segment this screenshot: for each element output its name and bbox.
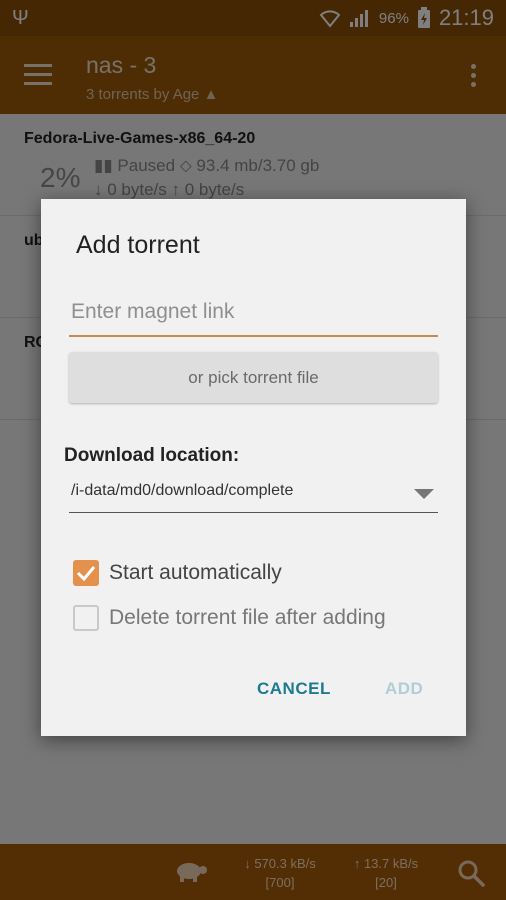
dropdown-arrow-icon — [414, 489, 434, 499]
download-location-value: /i-data/md0/download/complete — [71, 482, 294, 499]
download-location-select[interactable]: /i-data/md0/download/complete — [69, 475, 438, 513]
download-location-label: Download location: — [64, 445, 240, 466]
start-automatically-checkbox[interactable]: Start automatically — [73, 558, 282, 588]
cancel-button[interactable]: CANCEL — [257, 679, 331, 699]
pick-torrent-file-button[interactable]: or pick torrent file — [69, 352, 438, 403]
dialog-title: Add torrent — [76, 231, 200, 259]
checkbox-checked-icon — [73, 560, 99, 586]
add-torrent-dialog: Add torrent or pick torrent file Downloa… — [41, 199, 466, 736]
add-button[interactable]: ADD — [385, 679, 423, 699]
delete-torrent-file-checkbox[interactable]: Delete torrent file after adding — [73, 603, 386, 633]
magnet-link-input[interactable] — [69, 289, 438, 337]
delete-torrent-file-label: Delete torrent file after adding — [109, 606, 386, 629]
checkbox-unchecked-icon — [73, 605, 99, 631]
start-automatically-label: Start automatically — [109, 561, 282, 584]
